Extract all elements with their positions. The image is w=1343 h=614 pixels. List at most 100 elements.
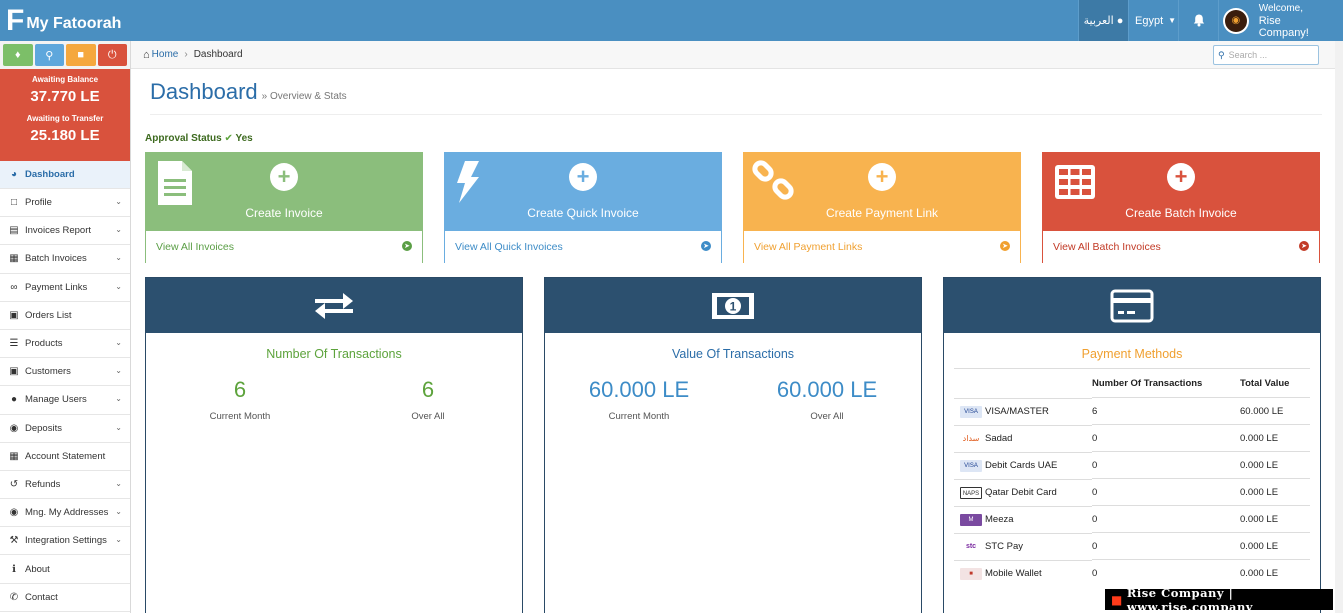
wrench-icon: ⚒ bbox=[9, 535, 19, 547]
stat-overall: 60.000 LE Over All bbox=[733, 377, 921, 422]
view-all-payment-links-link[interactable]: View All Payment Links ➤ bbox=[744, 231, 1020, 263]
sidebar-item-label: Batch Invoices bbox=[25, 253, 87, 265]
mobile-wallet-icon: ■ bbox=[960, 567, 982, 580]
sidebar-item-payment-links[interactable]: ∞ Payment Links ⌄ bbox=[0, 274, 130, 302]
create-batch-invoice-button[interactable]: + Create Batch Invoice bbox=[1043, 153, 1319, 231]
create-payment-link-button[interactable]: + Create Payment Link bbox=[744, 153, 1020, 231]
caret-down-icon: ▼ bbox=[1168, 16, 1177, 25]
bell-icon: ♦ bbox=[14, 49, 21, 61]
user-menu[interactable]: ◉ Welcome, Rise Company! bbox=[1218, 0, 1343, 41]
deposit-icon: ◉ bbox=[9, 422, 19, 434]
sidebar-item-label: Invoices Report bbox=[25, 225, 92, 237]
create-invoice-button[interactable]: + Create Invoice bbox=[146, 153, 422, 231]
watermark-footer: ■ Rise Company | www.rise.company bbox=[1105, 586, 1333, 614]
undo-icon: ↺ bbox=[9, 478, 19, 490]
sidebar-item-label: Products bbox=[25, 338, 63, 350]
arrow-circle-right-icon: ➤ bbox=[402, 241, 412, 251]
awaiting-balance-value: 37.770 LE bbox=[30, 88, 100, 105]
welcome-text: Welcome, bbox=[1258, 2, 1304, 14]
user-name: Rise Company! bbox=[1258, 14, 1309, 39]
sidebar-item-customers[interactable]: ▣ Customers ⌄ bbox=[0, 358, 130, 387]
view-all-quick-invoices-link[interactable]: View All Quick Invoices ➤ bbox=[445, 231, 721, 263]
sidebar-item-label: Dashboard bbox=[25, 169, 75, 180]
sidebar-item-orders-list[interactable]: ▣ Orders List bbox=[0, 302, 130, 330]
user-icon: ■ bbox=[77, 49, 85, 61]
sidebar-item-label: Orders List bbox=[25, 309, 72, 321]
table-row: VISA VISA/MASTER 6 60.000 LE bbox=[954, 397, 1310, 425]
sidebar-item-contact[interactable]: ✆ Contact bbox=[0, 584, 130, 612]
sidebar-item-account-statement[interactable]: ▦ Account Statement bbox=[0, 443, 130, 471]
info-icon: ℹ bbox=[12, 563, 16, 575]
create-batch-invoice-tile: + Create Batch Invoice View All Batch In… bbox=[1042, 152, 1320, 263]
awaiting-transfer-label: Awaiting to Transfer bbox=[26, 114, 104, 123]
sidebar-item-deposits[interactable]: ◉ Deposits ⌄ bbox=[0, 415, 130, 443]
method-count: 0 bbox=[1092, 505, 1240, 533]
method-name: Mobile Wallet bbox=[985, 568, 1042, 579]
create-quick-invoice-button[interactable]: + Create Quick Invoice bbox=[445, 153, 721, 231]
stat-current-month: 6 Current Month bbox=[146, 377, 334, 422]
method-name: Qatar Debit Card bbox=[985, 487, 1057, 498]
breadcrumb-home-link[interactable]: Home bbox=[152, 49, 179, 60]
panel-title: Number Of Transactions bbox=[266, 347, 402, 361]
plus-circle-icon: + bbox=[569, 163, 597, 191]
table-row: NAPS Qatar Debit Card 0 0.000 LE bbox=[954, 478, 1310, 506]
sidebar-item-invoices-report[interactable]: ▤ Invoices Report ⌄ bbox=[0, 217, 130, 246]
bolt-icon bbox=[457, 161, 479, 203]
sidebar-item-batch-invoices[interactable]: ▦ Batch Invoices ⌄ bbox=[0, 245, 130, 274]
sidebar-item-addresses[interactable]: ◉ Mng. My Addresses ⌄ bbox=[0, 499, 130, 528]
table-icon: ▦ bbox=[9, 253, 19, 265]
arrow-circle-right-icon: ➤ bbox=[701, 241, 711, 251]
sidebar-item-refunds[interactable]: ↺ Refunds ⌄ bbox=[0, 471, 130, 500]
quick-user-button[interactable]: ■ bbox=[66, 44, 96, 66]
sidebar-item-integration-settings[interactable]: ⚒ Integration Settings ⌄ bbox=[0, 527, 130, 556]
approval-value: Yes bbox=[235, 133, 253, 144]
view-all-invoices-link[interactable]: View All Invoices ➤ bbox=[146, 231, 422, 263]
stat-label: Over All bbox=[411, 411, 445, 422]
quick-key-button[interactable]: ⚲ bbox=[34, 44, 64, 66]
tile-label: Create Invoice bbox=[245, 206, 323, 220]
sidebar-item-manage-users[interactable]: ● Manage Users ⌄ bbox=[0, 386, 130, 415]
phone-icon: ✆ bbox=[9, 591, 19, 603]
sidebar-item-about[interactable]: ℹ About bbox=[0, 555, 130, 584]
scrollbar[interactable] bbox=[1335, 41, 1343, 613]
payment-methods-panel: Payment Methods Number Of Transactions T… bbox=[943, 277, 1321, 613]
file-text-icon bbox=[158, 161, 192, 205]
sidebar-item-dashboard[interactable]: ◕ Dashboard bbox=[0, 161, 130, 189]
home-icon: ⌂ bbox=[143, 48, 150, 61]
panel-header: 1 bbox=[545, 278, 921, 333]
tile-link-label: View All Batch Invoices bbox=[1053, 241, 1161, 253]
table-row: VISA Debit Cards UAE 0 0.000 LE bbox=[954, 451, 1310, 479]
link-icon bbox=[752, 160, 794, 200]
sidebar-item-profile[interactable]: □ Profile ⌄ bbox=[0, 189, 130, 218]
sadad-icon: سداد bbox=[962, 433, 980, 443]
logout-button[interactable]: ⏻ bbox=[97, 44, 127, 66]
exchange-icon bbox=[315, 292, 353, 319]
svg-text:1: 1 bbox=[730, 299, 737, 313]
search-input[interactable]: ⚲ Search ... bbox=[1213, 45, 1319, 65]
stat-value: 6 bbox=[421, 377, 435, 402]
list-icon: ☰ bbox=[9, 338, 19, 350]
sidebar-item-products[interactable]: ☰ Products ⌄ bbox=[0, 330, 130, 359]
create-payment-link-tile: + Create Payment Link View All Payment L… bbox=[743, 152, 1021, 263]
payment-methods-table: Number Of Transactions Total Value VISA V… bbox=[954, 368, 1310, 587]
notifications-button[interactable] bbox=[1178, 0, 1218, 41]
create-quick-invoice-tile: + Create Quick Invoice View All Quick In… bbox=[444, 152, 722, 263]
brand-logo[interactable]: F My Fatoorah bbox=[6, 4, 121, 37]
plus-circle-icon: + bbox=[1167, 163, 1195, 191]
view-all-batch-invoices-link[interactable]: View All Batch Invoices ➤ bbox=[1043, 231, 1319, 263]
quick-alerts-button[interactable]: ♦ bbox=[3, 44, 33, 66]
country-dropdown[interactable]: Egypt ▼ bbox=[1128, 0, 1178, 41]
method-total: 0.000 LE bbox=[1240, 559, 1310, 587]
map-marker-icon: ◉ bbox=[9, 507, 19, 519]
sidebar-item-label: Customers bbox=[25, 366, 71, 378]
awaiting-transfer-value: 25.180 LE bbox=[30, 127, 100, 144]
naps-icon: NAPS bbox=[960, 486, 982, 499]
language-switch[interactable]: العربية ● bbox=[1078, 0, 1128, 41]
search-icon: ⚲ bbox=[1218, 49, 1225, 60]
balance-box: Awaiting Balance 37.770 LE Awaiting to T… bbox=[0, 69, 130, 161]
table-header-total: Total Value bbox=[1240, 368, 1310, 398]
method-name: Debit Cards UAE bbox=[985, 460, 1058, 471]
logo-f-icon: F bbox=[6, 3, 25, 37]
panel-header bbox=[146, 278, 522, 333]
page-title: Dashboard bbox=[150, 79, 258, 104]
